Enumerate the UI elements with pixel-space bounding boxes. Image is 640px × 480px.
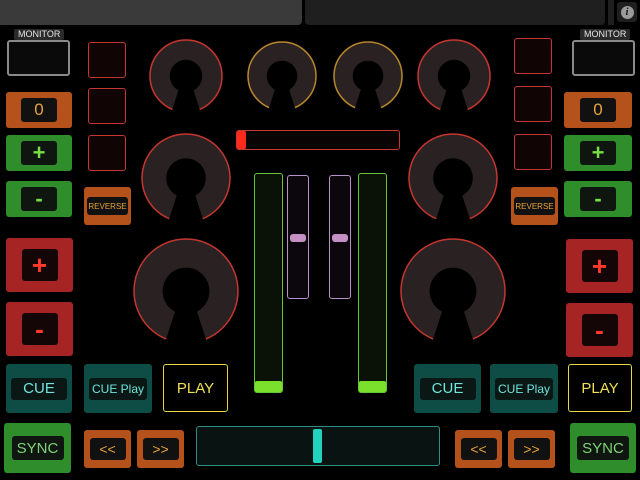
sync-button-right[interactable]: SYNC (570, 423, 636, 473)
level-meter-right (358, 173, 387, 393)
volume-fader-left-handle[interactable] (290, 233, 306, 242)
sync-label-right: SYNC (577, 436, 629, 460)
sync-button-left[interactable]: SYNC (4, 423, 71, 473)
play-label-right: PLAY (581, 379, 619, 397)
fastforward-button-right[interactable]: >> (508, 430, 555, 468)
rewind-button-left[interactable]: << (84, 430, 131, 468)
filter-knob-right[interactable] (400, 238, 506, 345)
rewind-button-right[interactable]: << (455, 430, 502, 468)
cue-play-label-right: CUE Play (495, 377, 553, 400)
play-button-right[interactable]: PLAY (568, 364, 632, 412)
eq-knob-right-1[interactable] (417, 39, 491, 114)
cue-label-right: CUE (419, 377, 476, 400)
crossfader[interactable] (196, 426, 440, 466)
fast-forward-icon: >> (142, 438, 179, 460)
cue-play-button-left[interactable]: CUE Play (84, 364, 152, 413)
cue-button-right[interactable]: CUE (414, 364, 481, 413)
level-meter-left-fill (255, 381, 282, 392)
gain-knob-left[interactable] (247, 41, 317, 112)
volume-fader-left[interactable] (287, 175, 309, 299)
cue-play-button-right[interactable]: CUE Play (490, 364, 558, 413)
level-meter-left (254, 173, 283, 393)
cue-play-label-left: CUE Play (89, 377, 147, 400)
volume-fader-right-handle[interactable] (332, 233, 348, 242)
cue-label-left: CUE (11, 377, 67, 400)
sync-label-left: SYNC (11, 436, 64, 460)
fast-forward-icon: >> (513, 438, 550, 460)
gain-knob-right[interactable] (333, 41, 403, 112)
filter-knob-left[interactable] (133, 238, 239, 345)
pitch-slider-handle[interactable] (237, 131, 246, 149)
crossfader-handle[interactable] (313, 429, 322, 463)
eq-knob-left-2[interactable] (141, 133, 231, 224)
volume-fader-right[interactable] (329, 175, 351, 299)
cue-button-left[interactable]: CUE (6, 364, 72, 413)
play-label-left: PLAY (176, 379, 215, 397)
eq-knob-right-2[interactable] (408, 133, 498, 224)
rewind-icon: << (89, 438, 126, 460)
pitch-slider[interactable] (236, 130, 400, 150)
play-button-left[interactable]: PLAY (163, 364, 228, 412)
rewind-icon: << (460, 438, 497, 460)
fastforward-button-left[interactable]: >> (137, 430, 184, 468)
level-meter-right-fill (359, 381, 386, 392)
eq-knob-left-1[interactable] (149, 39, 223, 114)
